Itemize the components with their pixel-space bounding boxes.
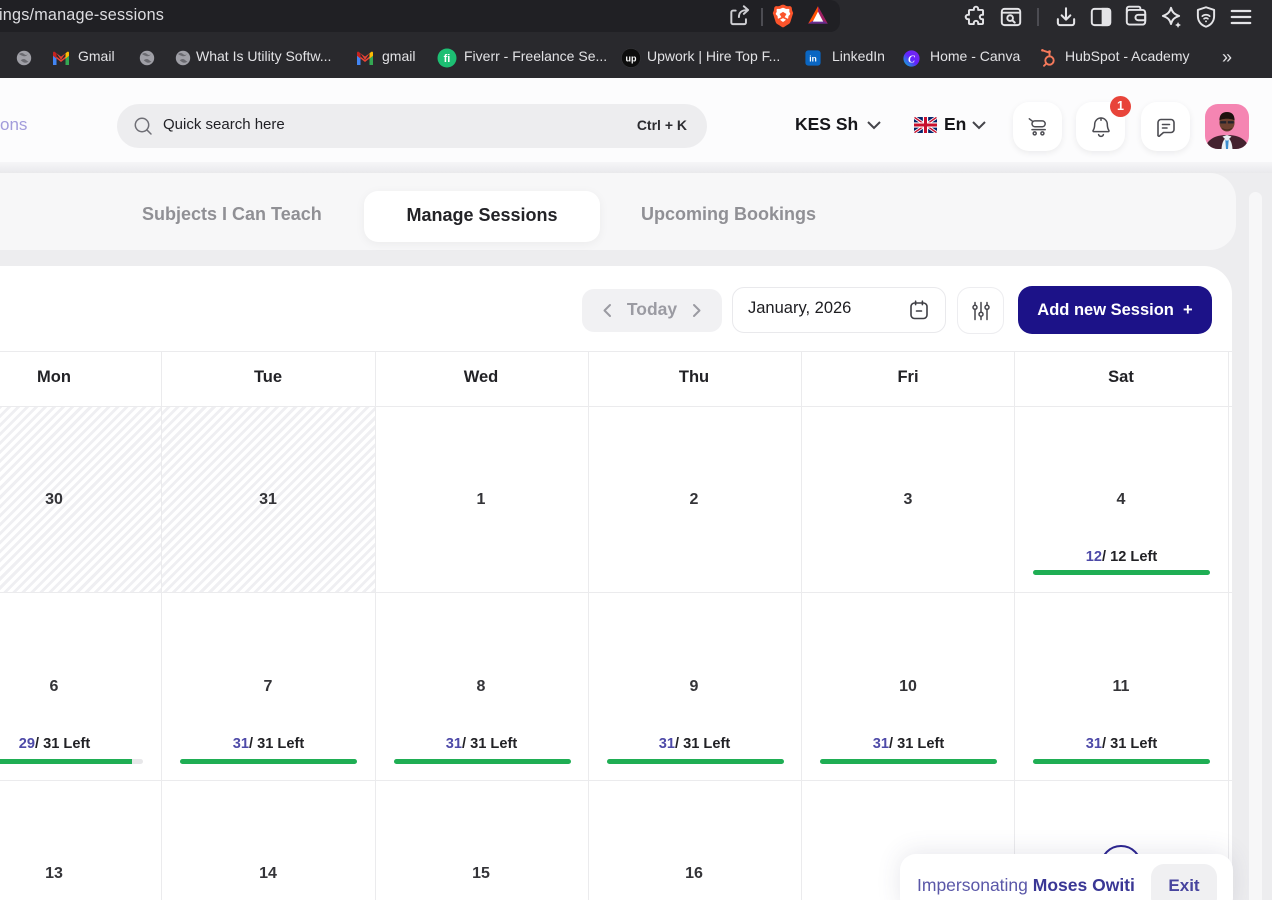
svg-text:up: up bbox=[626, 54, 637, 64]
svg-text:fi: fi bbox=[444, 53, 451, 65]
svg-text:C: C bbox=[908, 54, 915, 65]
svg-text:in: in bbox=[809, 54, 816, 64]
